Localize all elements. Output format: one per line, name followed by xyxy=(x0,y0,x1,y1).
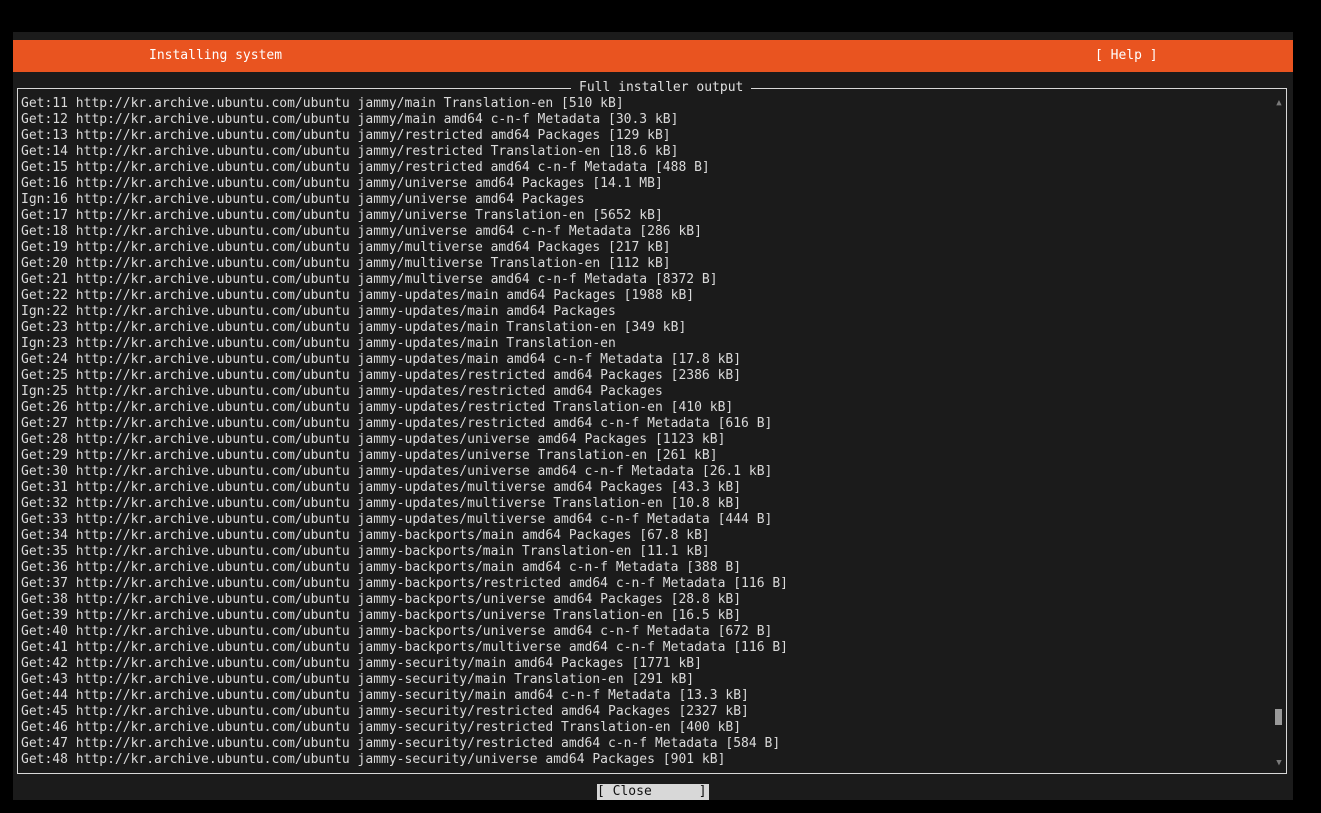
log-line: Get:25 http://kr.archive.ubuntu.com/ubun… xyxy=(21,368,742,383)
log-line: Get:29 http://kr.archive.ubuntu.com/ubun… xyxy=(21,448,718,463)
log-line: Get:13 http://kr.archive.ubuntu.com/ubun… xyxy=(21,128,671,143)
log-line: Get:19 http://kr.archive.ubuntu.com/ubun… xyxy=(21,240,671,255)
help-button[interactable]: [ Help ] xyxy=(1095,48,1158,64)
log-line: Ign:23 http://kr.archive.ubuntu.com/ubun… xyxy=(21,336,616,351)
log-line: Get:43 http://kr.archive.ubuntu.com/ubun… xyxy=(21,672,695,687)
log-line: Get:22 http://kr.archive.ubuntu.com/ubun… xyxy=(21,288,695,303)
log-line: Get:16 http://kr.archive.ubuntu.com/ubun… xyxy=(21,176,663,191)
log-line: Get:17 http://kr.archive.ubuntu.com/ubun… xyxy=(21,208,663,223)
log-line: Get:11 http://kr.archive.ubuntu.com/ubun… xyxy=(21,96,624,111)
log-output[interactable]: Get:11 http://kr.archive.ubuntu.com/ubun… xyxy=(21,96,1261,768)
log-line: Get:21 http://kr.archive.ubuntu.com/ubun… xyxy=(21,272,718,287)
log-line: Get:26 http://kr.archive.ubuntu.com/ubun… xyxy=(21,400,734,415)
log-line: Get:48 http://kr.archive.ubuntu.com/ubun… xyxy=(21,752,726,767)
log-line: Get:41 http://kr.archive.ubuntu.com/ubun… xyxy=(21,640,789,655)
log-line: Get:44 http://kr.archive.ubuntu.com/ubun… xyxy=(21,688,749,703)
log-line: Get:33 http://kr.archive.ubuntu.com/ubun… xyxy=(21,512,773,527)
log-line: Get:39 http://kr.archive.ubuntu.com/ubun… xyxy=(21,608,742,623)
log-line: Get:37 http://kr.archive.ubuntu.com/ubun… xyxy=(21,576,789,591)
log-line: Get:35 http://kr.archive.ubuntu.com/ubun… xyxy=(21,544,710,559)
log-line: Get:34 http://kr.archive.ubuntu.com/ubun… xyxy=(21,528,710,543)
log-line: Get:20 http://kr.archive.ubuntu.com/ubun… xyxy=(21,256,671,271)
log-line: Get:31 http://kr.archive.ubuntu.com/ubun… xyxy=(21,480,742,495)
scroll-down-icon[interactable]: ▼ xyxy=(1274,757,1284,769)
title-bar: Installing system [ Help ] xyxy=(13,40,1293,72)
log-line: Get:46 http://kr.archive.ubuntu.com/ubun… xyxy=(21,720,742,735)
scroll-up-icon[interactable]: ▲ xyxy=(1274,97,1284,109)
log-line: Get:15 http://kr.archive.ubuntu.com/ubun… xyxy=(21,160,710,175)
log-line: Get:42 http://kr.archive.ubuntu.com/ubun… xyxy=(21,656,702,671)
log-line: Ign:22 http://kr.archive.ubuntu.com/ubun… xyxy=(21,304,616,319)
log-line: Get:14 http://kr.archive.ubuntu.com/ubun… xyxy=(21,144,679,159)
scroll-thumb[interactable] xyxy=(1275,709,1282,725)
log-line: Get:30 http://kr.archive.ubuntu.com/ubun… xyxy=(21,464,773,479)
panel-title: Full installer output xyxy=(571,80,752,96)
installer-screen: Installing system [ Help ] Full installe… xyxy=(13,32,1293,800)
log-line: Get:36 http://kr.archive.ubuntu.com/ubun… xyxy=(21,560,742,575)
log-line: Get:28 http://kr.archive.ubuntu.com/ubun… xyxy=(21,432,726,447)
log-line: Get:23 http://kr.archive.ubuntu.com/ubun… xyxy=(21,320,687,335)
scrollbar[interactable]: ▲ ▼ xyxy=(1274,97,1284,769)
log-line: Ign:25 http://kr.archive.ubuntu.com/ubun… xyxy=(21,384,663,399)
log-line: Get:38 http://kr.archive.ubuntu.com/ubun… xyxy=(21,592,742,607)
log-line: Get:27 http://kr.archive.ubuntu.com/ubun… xyxy=(21,416,773,431)
log-line: Get:40 http://kr.archive.ubuntu.com/ubun… xyxy=(21,624,773,639)
log-line: Get:18 http://kr.archive.ubuntu.com/ubun… xyxy=(21,224,702,239)
log-line: Ign:16 http://kr.archive.ubuntu.com/ubun… xyxy=(21,192,585,207)
page-title: Installing system xyxy=(149,48,283,63)
log-line: Get:24 http://kr.archive.ubuntu.com/ubun… xyxy=(21,352,742,367)
log-line: Get:47 http://kr.archive.ubuntu.com/ubun… xyxy=(21,736,781,751)
log-line: Get:32 http://kr.archive.ubuntu.com/ubun… xyxy=(21,496,742,511)
close-button[interactable]: [ Close ] xyxy=(597,784,709,800)
installer-output-panel: Full installer output Get:11 http://kr.a… xyxy=(17,80,1287,774)
log-line: Get:12 http://kr.archive.ubuntu.com/ubun… xyxy=(21,112,679,127)
log-line: Get:45 http://kr.archive.ubuntu.com/ubun… xyxy=(21,704,749,719)
